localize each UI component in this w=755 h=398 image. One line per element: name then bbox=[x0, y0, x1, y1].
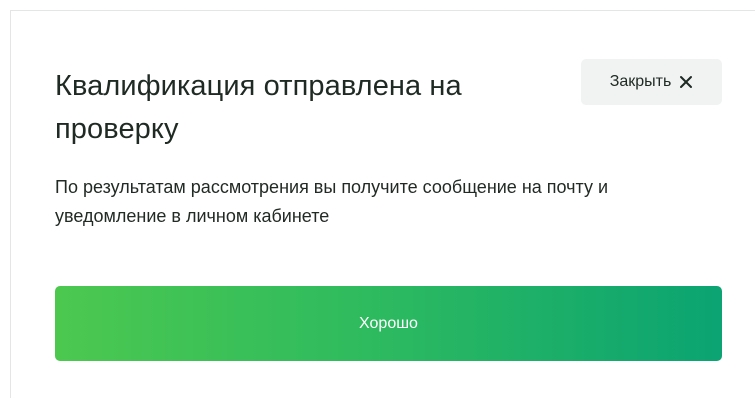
dialog-description: По результатам рассмотрения вы получите … bbox=[55, 177, 609, 226]
close-button[interactable]: Закрыть bbox=[581, 59, 722, 105]
ok-button[interactable]: Хорошо bbox=[55, 286, 722, 361]
dialog-title: Квалификация отправлена на проверку bbox=[55, 70, 462, 145]
dialog: Квалификация отправлена на проверку Закр… bbox=[10, 10, 755, 398]
ok-button-label: Хорошо bbox=[359, 314, 418, 332]
close-button-label: Закрыть bbox=[609, 73, 672, 90]
close-icon bbox=[679, 75, 693, 89]
